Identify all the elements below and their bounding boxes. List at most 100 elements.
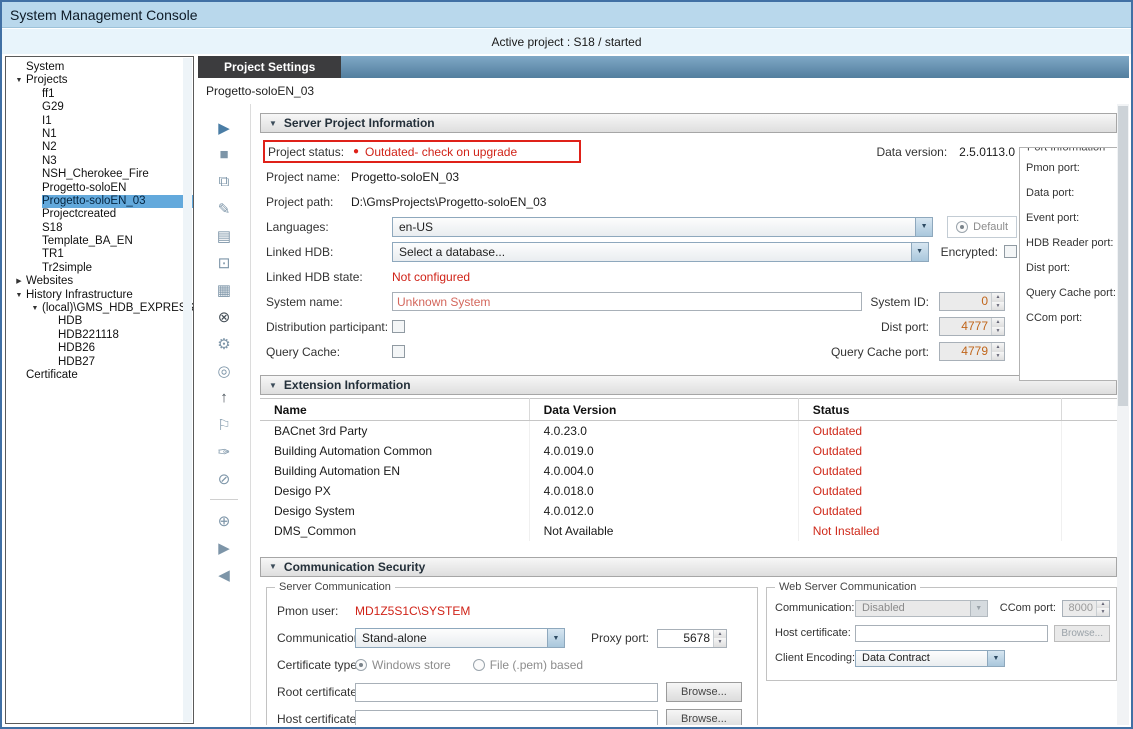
tree-item-hdb[interactable]: HDB bbox=[6, 315, 193, 328]
stepper-down-icon[interactable]: ▼ bbox=[992, 302, 1004, 311]
content-scrollbar[interactable] bbox=[1117, 104, 1129, 725]
stepper-down-icon[interactable]: ▼ bbox=[992, 327, 1004, 336]
client-encoding-dropdown[interactable]: Data Contract ▼ bbox=[855, 650, 1005, 667]
chevron-down-icon[interactable]: ▼ bbox=[970, 601, 987, 616]
expand-arrow-icon[interactable]: ▶ bbox=[12, 275, 26, 288]
stepper-up-icon[interactable]: ▲ bbox=[1097, 601, 1109, 609]
windows-store-radio[interactable] bbox=[355, 659, 367, 671]
server-project-info-section: ▼ Server Project Information Project sta… bbox=[260, 113, 1117, 368]
history-back-icon[interactable]: ◀ bbox=[198, 561, 250, 588]
tree-item-progetto-soloen[interactable]: Progetto-soloEN bbox=[6, 182, 193, 195]
encrypted-checkbox[interactable] bbox=[1004, 245, 1017, 258]
web-communication-dropdown[interactable]: Disabled ▼ bbox=[855, 600, 988, 617]
extension-row[interactable]: Building Automation EN 4.0.004.0 Outdate… bbox=[260, 461, 1117, 481]
start-project-icon[interactable]: ▶ bbox=[198, 114, 250, 141]
extension-row[interactable]: BACnet 3rd Party 4.0.23.0 Outdated bbox=[260, 421, 1117, 441]
tree-item-template-ba-en[interactable]: Template_BA_EN bbox=[6, 235, 193, 248]
chevron-down-icon[interactable]: ▼ bbox=[547, 629, 564, 647]
chevron-down-icon[interactable]: ▼ bbox=[915, 218, 932, 236]
root-certificate-input[interactable] bbox=[355, 683, 658, 702]
expand-arrow-icon[interactable]: ▼ bbox=[12, 289, 26, 302]
proxy-port-stepper[interactable]: 5678 ▲▼ bbox=[657, 629, 727, 648]
system-name-input[interactable] bbox=[392, 292, 862, 311]
extension-row[interactable]: Desigo System 4.0.012.0 Outdated bbox=[260, 501, 1117, 521]
stop-project-icon[interactable]: ■ bbox=[198, 141, 250, 168]
tree-item-s18[interactable]: S18 bbox=[6, 222, 193, 235]
history-forward-icon[interactable]: ▶ bbox=[198, 534, 250, 561]
web-host-certificate-input[interactable] bbox=[855, 625, 1048, 642]
notification-icon[interactable]: ⚐ bbox=[198, 411, 250, 438]
web-host-certificate-browse-button[interactable]: Browse... bbox=[1054, 625, 1110, 642]
languages-dropdown[interactable]: en-US ▼ bbox=[392, 217, 933, 237]
tree-item-hdb221118[interactable]: HDB221118 bbox=[6, 329, 193, 342]
tree-item-hdb26[interactable]: HDB26 bbox=[6, 342, 193, 355]
expand-arrow-icon[interactable]: ▼ bbox=[28, 302, 42, 315]
communication-dropdown[interactable]: Stand-alone ▼ bbox=[355, 628, 565, 648]
tree-item-tr2simple[interactable]: Tr2simple bbox=[6, 262, 193, 275]
tab-project-settings[interactable]: Project Settings bbox=[198, 56, 341, 78]
edit-project-icon[interactable]: ✎ bbox=[198, 195, 250, 222]
copy-project-icon[interactable]: ⧉ bbox=[198, 168, 250, 195]
tree-item-n3[interactable]: N3 bbox=[6, 155, 193, 168]
chevron-down-icon[interactable]: ▼ bbox=[987, 651, 1004, 666]
query-cache-checkbox[interactable] bbox=[392, 345, 405, 358]
tree-item-tr1[interactable]: TR1 bbox=[6, 248, 193, 261]
stepper-up-icon[interactable]: ▲ bbox=[992, 343, 1004, 352]
upgrade-project-icon[interactable]: ↑ bbox=[198, 384, 250, 411]
sign-certificate-icon[interactable]: ✑ bbox=[198, 438, 250, 465]
dist-port-stepper[interactable]: 4777 ▲▼ bbox=[939, 317, 1005, 336]
extension-version: 4.0.23.0 bbox=[529, 421, 798, 441]
tree-item-n1[interactable]: N1 bbox=[6, 128, 193, 141]
host-certificate-input[interactable] bbox=[355, 710, 658, 726]
stepper-up-icon[interactable]: ▲ bbox=[714, 630, 726, 639]
communication-security-header[interactable]: ▼ Communication Security bbox=[260, 557, 1117, 577]
tree-item-hdb27[interactable]: HDB27 bbox=[6, 356, 193, 369]
unlink-hdb-icon[interactable]: ⊘ bbox=[198, 465, 250, 492]
tree-item-g29[interactable]: G29 bbox=[6, 101, 193, 114]
extension-row[interactable]: Desigo PX 4.0.018.0 Outdated bbox=[260, 481, 1117, 501]
save-project-icon[interactable]: ▦ bbox=[198, 276, 250, 303]
expand-arrow-icon[interactable]: ▼ bbox=[12, 74, 26, 87]
tree-item-system[interactable]: System bbox=[6, 61, 193, 74]
query-cache-port-stepper[interactable]: 4779 ▲▼ bbox=[939, 342, 1005, 361]
delete-project-icon[interactable]: ⊗ bbox=[198, 303, 250, 330]
add-icon[interactable]: ⊕ bbox=[198, 507, 250, 534]
extension-status: Outdated bbox=[798, 481, 1061, 501]
scrollbar-thumb[interactable] bbox=[1118, 106, 1128, 406]
tree-item-progetto-soloen-03-selected[interactable]: Progetto-soloEN_03 bbox=[6, 195, 193, 208]
server-project-info-header[interactable]: ▼ Server Project Information bbox=[260, 113, 1117, 133]
tree-item-websites[interactable]: ▶Websites bbox=[6, 275, 193, 288]
extension-row[interactable]: Building Automation Common 4.0.019.0 Out… bbox=[260, 441, 1117, 461]
host-certificate-browse-button[interactable]: Browse... bbox=[666, 709, 742, 725]
stepper-up-icon[interactable]: ▲ bbox=[992, 318, 1004, 327]
project-maintenance-icon[interactable]: ⚙ bbox=[198, 330, 250, 357]
tree-item-certificate[interactable]: Certificate bbox=[6, 369, 193, 382]
extension-info-header[interactable]: ▼ Extension Information bbox=[260, 375, 1117, 395]
tree-item-i1[interactable]: I1 bbox=[6, 115, 193, 128]
port-information-panel: Port Information Pmon port: Data port: E… bbox=[1019, 147, 1117, 381]
restore-backup-icon[interactable]: ▤ bbox=[198, 222, 250, 249]
root-certificate-browse-button[interactable]: Browse... bbox=[666, 682, 742, 702]
linked-hdb-dropdown[interactable]: Select a database... ▼ bbox=[392, 242, 929, 262]
distribution-checkbox[interactable] bbox=[392, 320, 405, 333]
stepper-up-icon[interactable]: ▲ bbox=[992, 293, 1004, 302]
tree-item-gms-hdb-express[interactable]: ▼(local)\GMS_HDB_EXPRESS bbox=[6, 302, 193, 315]
stepper-down-icon[interactable]: ▼ bbox=[1097, 608, 1109, 616]
tree-item-projects[interactable]: ▼Projects bbox=[6, 74, 193, 87]
tree-item-history-infrastructure[interactable]: ▼History Infrastructure bbox=[6, 289, 193, 302]
default-radio[interactable] bbox=[956, 221, 968, 233]
extension-row[interactable]: DMS_Common Not Available Not Installed bbox=[260, 521, 1117, 541]
system-id-stepper[interactable]: 0 ▲▼ bbox=[939, 292, 1005, 311]
tree-scrollbar[interactable] bbox=[183, 58, 192, 722]
ccom-port-stepper[interactable]: 8000 ▲▼ bbox=[1062, 600, 1110, 617]
chevron-down-icon[interactable]: ▼ bbox=[911, 243, 928, 261]
tree-item-n2[interactable]: N2 bbox=[6, 141, 193, 154]
file-pem-radio[interactable] bbox=[473, 659, 485, 671]
stepper-down-icon[interactable]: ▼ bbox=[714, 638, 726, 647]
stepper-down-icon[interactable]: ▼ bbox=[992, 352, 1004, 361]
tree-item-nsh-cherokee-fire[interactable]: NSH_Cherokee_Fire bbox=[6, 168, 193, 181]
tree-item-projectcreated[interactable]: Projectcreated bbox=[6, 208, 193, 221]
validate-project-icon[interactable]: ◎ bbox=[198, 357, 250, 384]
tree-item-ff1[interactable]: ff1 bbox=[6, 88, 193, 101]
activate-project-icon[interactable]: ⊡ bbox=[198, 249, 250, 276]
